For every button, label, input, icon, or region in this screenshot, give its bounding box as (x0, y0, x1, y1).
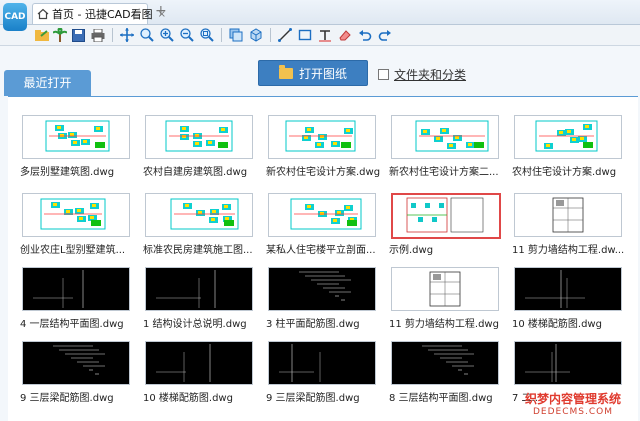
file-thumbnail[interactable] (22, 193, 130, 237)
tab-recent[interactable]: 最近打开 (4, 70, 91, 96)
tab-home[interactable]: 首页 - 迅捷CAD看图 × (32, 3, 166, 24)
watermark: 织梦内容管理系统 DEDECMS.COM (508, 390, 638, 417)
file-name[interactable]: 标准农民房建筑施工图... (143, 241, 263, 256)
file-name[interactable]: 农村住宅设计方案.dwg (512, 163, 632, 178)
file-name[interactable]: 4 一层结构平面图.dwg (20, 315, 140, 330)
toolbar-separator (221, 28, 222, 42)
file-thumbnail[interactable] (268, 267, 376, 311)
file-thumbnail[interactable] (145, 193, 253, 237)
layers-icon[interactable] (228, 27, 244, 43)
zoom-out-icon[interactable] (179, 27, 195, 43)
file-name[interactable]: 10 楼梯配筋图.dwg (143, 389, 263, 404)
file-name[interactable]: 3 柱平面配筋图.dwg (266, 315, 386, 330)
file-thumbnail[interactable] (22, 267, 130, 311)
file-thumbnail[interactable] (145, 341, 253, 385)
toolbar (0, 25, 640, 46)
file-thumbnail[interactable] (145, 267, 253, 311)
palm-tree-icon[interactable] (52, 27, 68, 43)
undo-icon[interactable] (357, 27, 373, 43)
add-tab-button[interactable]: + (155, 3, 167, 19)
home-icon (37, 8, 49, 20)
folder-category-option[interactable]: 文件夹和分类 (378, 66, 466, 83)
3d-view-icon[interactable] (248, 27, 264, 43)
file-name[interactable]: 10 楼梯配筋图.dwg (512, 315, 632, 330)
file-thumbnail[interactable] (514, 115, 622, 159)
rectangle-icon[interactable] (297, 27, 313, 43)
file-thumbnail[interactable] (22, 341, 130, 385)
folder-category-label[interactable]: 文件夹和分类 (394, 66, 466, 83)
title-bar: CAD 首页 - 迅捷CAD看图 × + (0, 0, 640, 31)
file-name[interactable]: 某私人住宅楼平立剖面... (266, 241, 386, 256)
file-thumbnail[interactable] (22, 115, 130, 159)
file-thumbnail[interactable] (514, 267, 622, 311)
file-name[interactable]: 1 结构设计总说明.dwg (143, 315, 263, 330)
pan-icon[interactable] (119, 27, 135, 43)
zoom-in-icon[interactable] (159, 27, 175, 43)
file-thumbnail[interactable] (268, 115, 376, 159)
watermark-url: DEDECMS.COM (533, 407, 613, 417)
eraser-icon[interactable] (337, 27, 353, 43)
app-logo: CAD (3, 3, 27, 31)
file-name[interactable]: 11 剪力墙结构工程.dwg (389, 315, 509, 330)
file-name[interactable]: 农村自建房建筑图.dwg (143, 163, 263, 178)
file-thumbnail[interactable] (268, 193, 376, 237)
folder-category-checkbox[interactable] (378, 69, 389, 80)
recent-files-panel: 多层别墅建筑图.dwg 农村自建房建筑图.dwg 新农村住宅设计方案.dwg 新农村住… (8, 96, 638, 421)
file-thumbnail[interactable] (391, 115, 499, 159)
measure-line-icon[interactable] (277, 27, 293, 43)
zoom-extents-icon[interactable] (199, 27, 215, 43)
file-name[interactable]: 新农村住宅设计方案.dwg (266, 163, 386, 178)
save-icon[interactable] (70, 27, 86, 43)
print-icon[interactable] (90, 27, 106, 43)
file-name[interactable]: 9 三层梁配筋图.dwg (266, 389, 386, 404)
zoom-window-icon[interactable] (139, 27, 155, 43)
file-thumbnail[interactable] (391, 193, 501, 239)
toolbar-separator (112, 28, 113, 42)
file-thumbnail[interactable] (514, 193, 622, 237)
open-drawing-button[interactable]: 打开图纸 (258, 60, 368, 86)
file-thumbnail[interactable] (391, 341, 499, 385)
file-name[interactable]: 9 三层梁配筋图.dwg (20, 389, 140, 404)
file-thumbnail[interactable] (268, 341, 376, 385)
tab-label: 首页 - 迅捷CAD看图 (52, 8, 153, 21)
file-name[interactable]: 新农村住宅设计方案二... (389, 163, 509, 178)
file-name[interactable]: 多层别墅建筑图.dwg (20, 163, 140, 178)
text-icon[interactable] (317, 27, 333, 43)
file-name[interactable]: 8 三层结构平面图.dwg (389, 389, 509, 404)
file-thumbnail[interactable] (391, 267, 499, 311)
watermark-title: 织梦内容管理系统 (524, 392, 621, 406)
open-folder-icon[interactable] (34, 27, 50, 43)
file-thumbnail[interactable] (514, 341, 622, 385)
file-thumbnail[interactable] (145, 115, 253, 159)
open-drawing-label: 打开图纸 (298, 66, 347, 81)
toolbar-separator (270, 28, 271, 42)
folder-icon (278, 64, 293, 79)
redo-icon[interactable] (377, 27, 393, 43)
file-name[interactable]: 创业农庄L型别墅建筑... (20, 241, 140, 256)
file-name[interactable]: 示例.dwg (389, 241, 509, 256)
file-name[interactable]: 11 剪力墙结构工程.dw... (512, 241, 632, 256)
